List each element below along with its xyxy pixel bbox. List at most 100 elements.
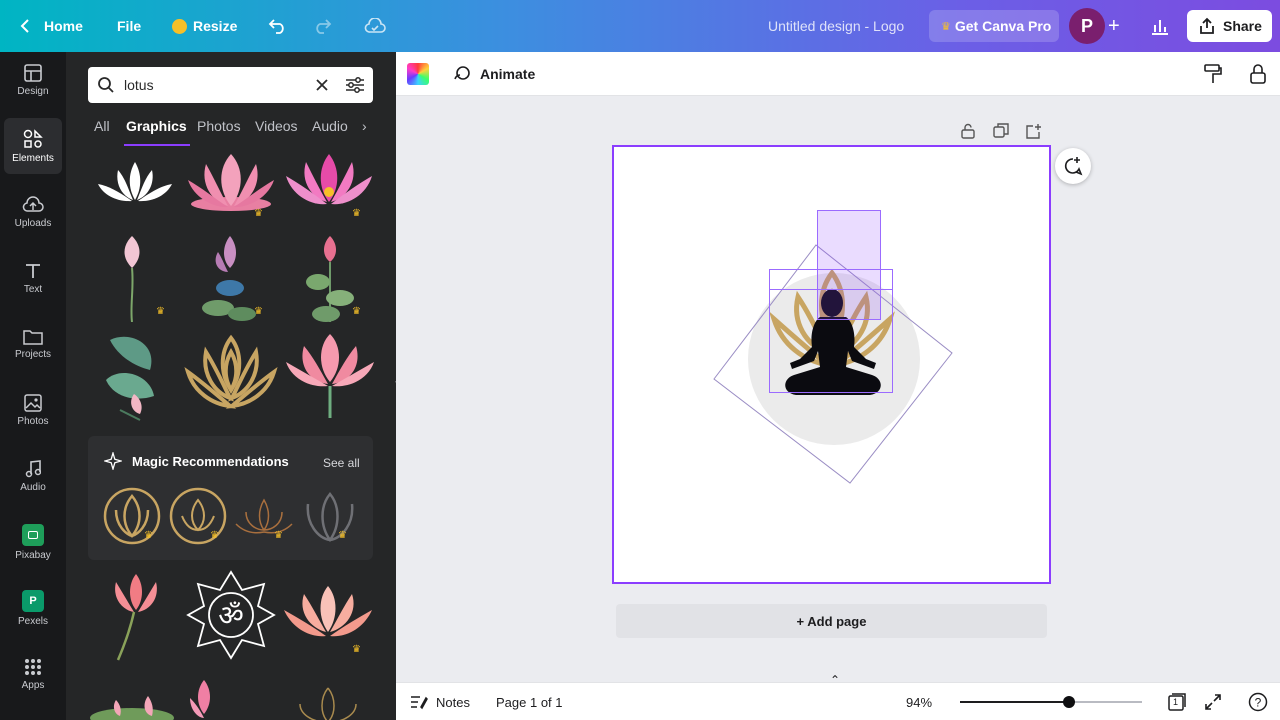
svg-text:?: ? (1255, 696, 1262, 710)
graphic-pink-lotus-cluster[interactable] (184, 678, 224, 720)
undo-icon (268, 19, 284, 34)
design-title[interactable]: Untitled design - Logo (768, 0, 904, 52)
clear-search-icon[interactable] (315, 78, 329, 92)
pro-crown-icon: ♛ (352, 644, 361, 655)
zoom-readout[interactable]: 94% (906, 683, 932, 720)
file-menu-button[interactable]: File (117, 0, 141, 52)
design-title-text: Untitled design - Logo (768, 18, 905, 34)
recommendation-gold-circle-lotus[interactable] (102, 486, 162, 546)
filter-sliders-icon[interactable] (345, 76, 365, 94)
graphic-pink-lotus-stem[interactable] (284, 330, 376, 420)
active-tab-indicator (124, 144, 190, 146)
tab-audio[interactable]: Audio (312, 118, 348, 134)
rail-item-photos[interactable]: Photos (4, 382, 62, 438)
rail-label-audio: Audio (20, 481, 46, 493)
see-all-link[interactable]: See all (323, 456, 360, 470)
graphic-lotus-plant[interactable] (302, 232, 358, 324)
redo-button[interactable] (312, 0, 332, 52)
layout-icon (24, 63, 42, 82)
pro-crown-icon: ♛ (210, 530, 219, 541)
graphic-lotus-bird[interactable] (200, 232, 260, 324)
comment-button[interactable] (1055, 148, 1091, 184)
resize-button[interactable]: Resize (172, 0, 237, 52)
add-collaborator-button[interactable]: + (1108, 0, 1120, 52)
zoom-slider-thumb[interactable] (1063, 696, 1076, 708)
graphic-gold-outline-lotus[interactable] (282, 684, 374, 720)
elements-panel: lotus All Graphics Photos Videos Audio ›… (66, 52, 396, 720)
graphic-coral-lotus-stem[interactable] (100, 570, 172, 662)
bottom-bar: Notes Page 1 of 1 ⌃ 94% 1 ? (396, 673, 1280, 720)
page-drawer-chevron-up-icon[interactable]: ⌃ (830, 673, 840, 687)
rail-item-text[interactable]: Text (4, 250, 62, 306)
help-button[interactable]: ? (1248, 683, 1268, 720)
lock-icon[interactable] (1250, 64, 1266, 84)
avatar[interactable]: P (1069, 8, 1105, 44)
pixabay-icon (22, 523, 44, 546)
notes-label: Notes (436, 694, 470, 710)
graphic-gold-line-lotus[interactable] (184, 332, 278, 416)
selection-box-logo (769, 269, 893, 393)
design-page[interactable] (612, 145, 1051, 584)
notes-button[interactable]: Notes (410, 683, 470, 720)
insights-button[interactable] (1150, 0, 1170, 52)
page-lock-icon[interactable] (960, 123, 976, 139)
graphic-magenta-lotus[interactable] (282, 150, 376, 216)
animate-icon (454, 66, 470, 80)
animate-button[interactable]: Animate (452, 52, 535, 96)
paint-roller-icon[interactable] (1204, 64, 1222, 84)
rail-item-pixabay[interactable]: Pixabay (4, 514, 62, 570)
zoom-slider[interactable] (960, 696, 1142, 708)
tab-graphics[interactable]: Graphics (126, 118, 187, 134)
help-question-icon: ? (1248, 692, 1268, 712)
color-picker-swatch[interactable] (407, 63, 429, 85)
magic-recommendations: Magic Recommendations See all ♛ ♛ ♛ ♛ (88, 436, 373, 560)
pro-crown-icon: ♛ (352, 208, 361, 219)
recommendation-grey-lotus[interactable] (300, 490, 360, 546)
recommendation-gold-lotus-badge[interactable] (168, 486, 228, 546)
text-t-icon (26, 263, 40, 278)
get-canva-pro-button[interactable]: ♛ Get Canva Pro (929, 10, 1059, 42)
pro-crown-icon: ♛ (254, 208, 263, 219)
tabs-next-chevron-icon[interactable]: › (362, 118, 367, 134)
tab-videos[interactable]: Videos (255, 118, 298, 134)
fullscreen-button[interactable] (1204, 683, 1222, 720)
graphic-peach-lotus[interactable] (282, 582, 374, 648)
add-page-icon[interactable] (1026, 123, 1042, 139)
recommendation-bronze-lotus[interactable] (234, 496, 294, 540)
search-input[interactable]: lotus (124, 77, 154, 93)
page-count-label: 1 (1173, 697, 1179, 707)
share-button[interactable]: Share (1187, 10, 1272, 42)
pexels-icon: P (22, 589, 44, 612)
file-label: File (117, 18, 142, 34)
tab-all[interactable]: All (94, 118, 110, 134)
music-note-icon (25, 459, 41, 477)
rail-item-audio[interactable]: Audio (4, 448, 62, 504)
graphic-lotus-bud[interactable] (112, 232, 152, 322)
rail-item-design[interactable]: Design (4, 52, 62, 108)
rail-label-projects: Projects (14, 348, 52, 360)
search-box: lotus (88, 67, 373, 103)
graphic-lotus-pads[interactable] (88, 692, 178, 720)
share-label: Share (1223, 18, 1262, 34)
page-indicator[interactable]: Page 1 of 1 (496, 683, 563, 720)
home-button[interactable]: Home (20, 0, 83, 52)
page-count-button[interactable]: 1 (1166, 683, 1186, 720)
rail-item-projects[interactable]: Projects (4, 316, 62, 372)
add-page-button[interactable]: + Add page (616, 604, 1047, 638)
duplicate-page-icon[interactable] (993, 123, 1009, 139)
vertical-scrollbar[interactable] (1270, 100, 1278, 666)
rail-item-elements[interactable]: Elements (4, 118, 62, 174)
graphic-om-mandala[interactable]: ॐ (186, 570, 276, 660)
redo-icon (316, 19, 332, 34)
add-page-label: + Add page (796, 613, 867, 629)
graphic-pink-lotus[interactable] (184, 150, 278, 216)
notes-icon (411, 696, 428, 710)
undo-button[interactable] (268, 0, 288, 52)
cloud-sync-button[interactable] (364, 0, 386, 52)
tab-photos[interactable]: Photos (197, 118, 241, 134)
rail-item-pexels[interactable]: P Pexels (4, 580, 62, 636)
graphic-lotus-leaves[interactable] (100, 330, 168, 422)
graphic-white-lotus[interactable] (90, 152, 180, 212)
rail-item-uploads[interactable]: Uploads (4, 184, 62, 240)
rail-item-apps[interactable]: Apps (4, 646, 62, 702)
